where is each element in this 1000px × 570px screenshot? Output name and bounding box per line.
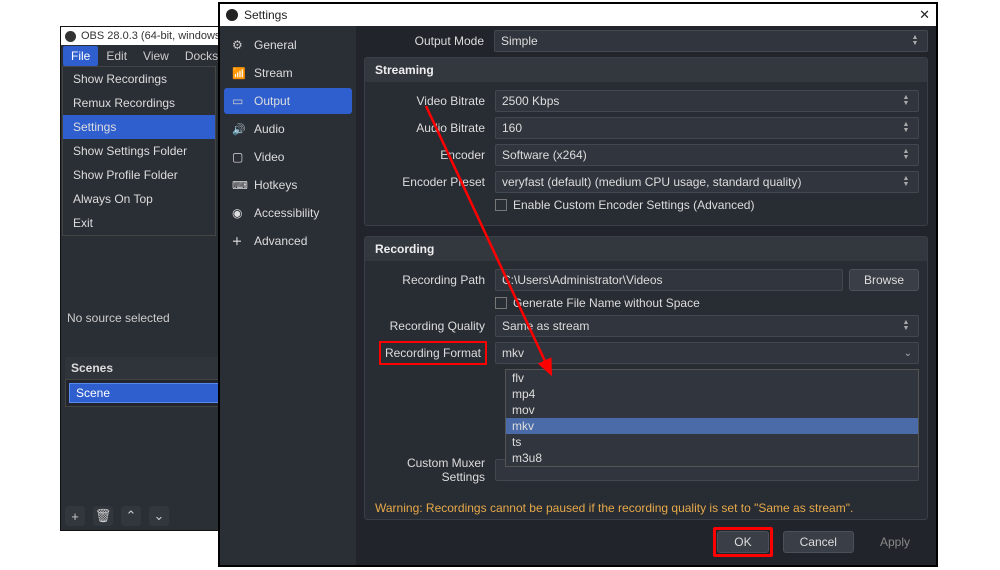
sidebar-item-stream[interactable]: Stream	[224, 60, 352, 86]
format-option-m3u8[interactable]: m3u8	[506, 450, 918, 466]
plus-icon[interactable]: +	[65, 506, 85, 526]
recording-section: Recording Recording Path C:\Users\Admini…	[364, 236, 928, 520]
recording-warning: Warning: Recordings cannot be paused if …	[365, 497, 927, 519]
sidebar-item-label: Output	[254, 94, 290, 108]
sidebar-item-advanced[interactable]: Advanced	[224, 228, 352, 254]
recording-format-select[interactable]: mkv⌄	[495, 342, 919, 364]
encoder-preset-select[interactable]: veryfast (default) (medium CPU usage, st…	[495, 171, 919, 193]
chevron-up-icon[interactable]: ⌃	[121, 506, 141, 526]
spinner-arrows-icon[interactable]: ▲▼	[900, 95, 912, 107]
file-menu-item[interactable]: Show Profile Folder	[63, 163, 215, 187]
file-menu-item[interactable]: Show Recordings	[63, 67, 215, 91]
settings-title: Settings	[244, 8, 287, 22]
menu-edit[interactable]: Edit	[98, 46, 135, 66]
obs-logo-icon	[226, 9, 238, 21]
sidebar-item-label: Stream	[254, 66, 293, 80]
menu-file[interactable]: File	[63, 46, 98, 66]
ok-highlight: OK	[713, 527, 772, 557]
scenes-title: Scenes	[71, 361, 113, 375]
settings-content: Output Mode Simple ▲▼ Streaming Video Bi…	[356, 26, 936, 565]
audio-bitrate-select[interactable]: 160▲▼	[495, 117, 919, 139]
obs-logo-icon	[65, 31, 76, 42]
trash-icon[interactable]: 🗑	[93, 506, 113, 526]
file-menu: Show RecordingsRemux RecordingsSettingsS…	[62, 66, 216, 236]
recording-header: Recording	[365, 237, 927, 261]
spinner-arrows-icon: ▲▼	[900, 122, 912, 134]
recording-format-options: flvmp4movmkvtsm3u8	[505, 369, 919, 467]
video-icon	[232, 150, 246, 164]
stream-icon	[232, 66, 246, 80]
recording-path-label: Recording Path	[365, 273, 495, 287]
video-bitrate-input[interactable]: 2500 Kbps▲▼	[495, 90, 919, 112]
settings-dialog: Settings ✕ General Stream Output Audio Video…	[218, 2, 938, 567]
dialog-buttons: OK Cancel Apply	[713, 527, 926, 557]
file-menu-item[interactable]: Exit	[63, 211, 215, 235]
gear-icon	[232, 38, 246, 52]
checkbox-icon	[495, 199, 507, 211]
output-mode-select[interactable]: Simple ▲▼	[494, 30, 928, 52]
spinner-arrows-icon: ▲▼	[900, 149, 912, 161]
audio-icon	[232, 122, 246, 136]
checkbox-icon	[495, 297, 507, 309]
sidebar-item-output[interactable]: Output	[224, 88, 352, 114]
browse-button[interactable]: Browse	[849, 269, 919, 291]
sidebar-item-video[interactable]: Video	[224, 144, 352, 170]
sidebar-item-general[interactable]: General	[224, 32, 352, 58]
file-menu-item[interactable]: Show Settings Folder	[63, 139, 215, 163]
apply-button[interactable]: Apply	[864, 531, 926, 553]
cancel-button[interactable]: Cancel	[783, 531, 854, 553]
sidebar-item-label: Audio	[254, 122, 285, 136]
spinner-arrows-icon: ▲▼	[909, 35, 921, 47]
sidebar-item-audio[interactable]: Audio	[224, 116, 352, 142]
audio-bitrate-label: Audio Bitrate	[365, 121, 495, 135]
chevron-down-icon[interactable]: ⌄	[149, 506, 169, 526]
sidebar-item-accessibility[interactable]: Accessibility	[224, 200, 352, 226]
sidebar-item-label: General	[254, 38, 297, 52]
file-menu-item[interactable]: Always On Top	[63, 187, 215, 211]
format-option-mov[interactable]: mov	[506, 402, 918, 418]
ok-button[interactable]: OK	[717, 531, 768, 553]
custom-muxer-label: Custom Muxer Settings	[365, 456, 495, 484]
spinner-arrows-icon: ▲▼	[900, 320, 912, 332]
encoder-select[interactable]: Software (x264)▲▼	[495, 144, 919, 166]
format-option-mkv[interactable]: mkv	[506, 418, 918, 434]
recording-format-label: Recording Format	[379, 341, 487, 365]
sidebar-item-label: Hotkeys	[254, 178, 297, 192]
settings-sidebar: General Stream Output Audio Video Hotkeys Acce…	[220, 26, 356, 565]
format-option-mp4[interactable]: mp4	[506, 386, 918, 402]
scene-tools: + 🗑 ⌃ ⌄	[65, 506, 169, 526]
sidebar-item-label: Accessibility	[254, 206, 319, 220]
streaming-header: Streaming	[365, 58, 927, 82]
output-mode-label: Output Mode	[364, 34, 494, 48]
recording-quality-select[interactable]: Same as stream▲▼	[495, 315, 919, 337]
sidebar-item-hotkeys[interactable]: Hotkeys	[224, 172, 352, 198]
filename-space-checkbox[interactable]: Generate File Name without Space	[495, 296, 919, 310]
output-icon	[232, 94, 246, 108]
menu-view[interactable]: View	[135, 46, 177, 66]
streaming-section: Streaming Video Bitrate 2500 Kbps▲▼ Audi…	[364, 57, 928, 226]
advanced-encoder-checkbox[interactable]: Enable Custom Encoder Settings (Advanced…	[495, 198, 919, 212]
sidebar-item-label: Video	[254, 150, 284, 164]
chevron-icon: ⌄	[904, 348, 912, 359]
no-source-label: No source selected	[67, 311, 170, 325]
recording-path-input[interactable]: C:\Users\Administrator\Videos	[495, 269, 843, 291]
format-option-flv[interactable]: flv	[506, 370, 918, 386]
settings-titlebar: Settings ✕	[220, 4, 936, 26]
recording-quality-label: Recording Quality	[365, 319, 495, 333]
sidebar-item-label: Advanced	[254, 234, 307, 248]
hotkeys-icon	[232, 178, 246, 192]
encoder-preset-label: Encoder Preset	[365, 175, 495, 189]
file-menu-item[interactable]: Remux Recordings	[63, 91, 215, 115]
video-bitrate-label: Video Bitrate	[365, 94, 495, 108]
format-option-ts[interactable]: ts	[506, 434, 918, 450]
file-menu-item[interactable]: Settings	[63, 115, 215, 139]
advanced-icon	[232, 234, 246, 248]
encoder-label: Encoder	[365, 148, 495, 162]
spinner-arrows-icon: ▲▼	[900, 176, 912, 188]
accessibility-icon	[232, 206, 246, 220]
close-icon[interactable]: ✕	[919, 7, 930, 23]
